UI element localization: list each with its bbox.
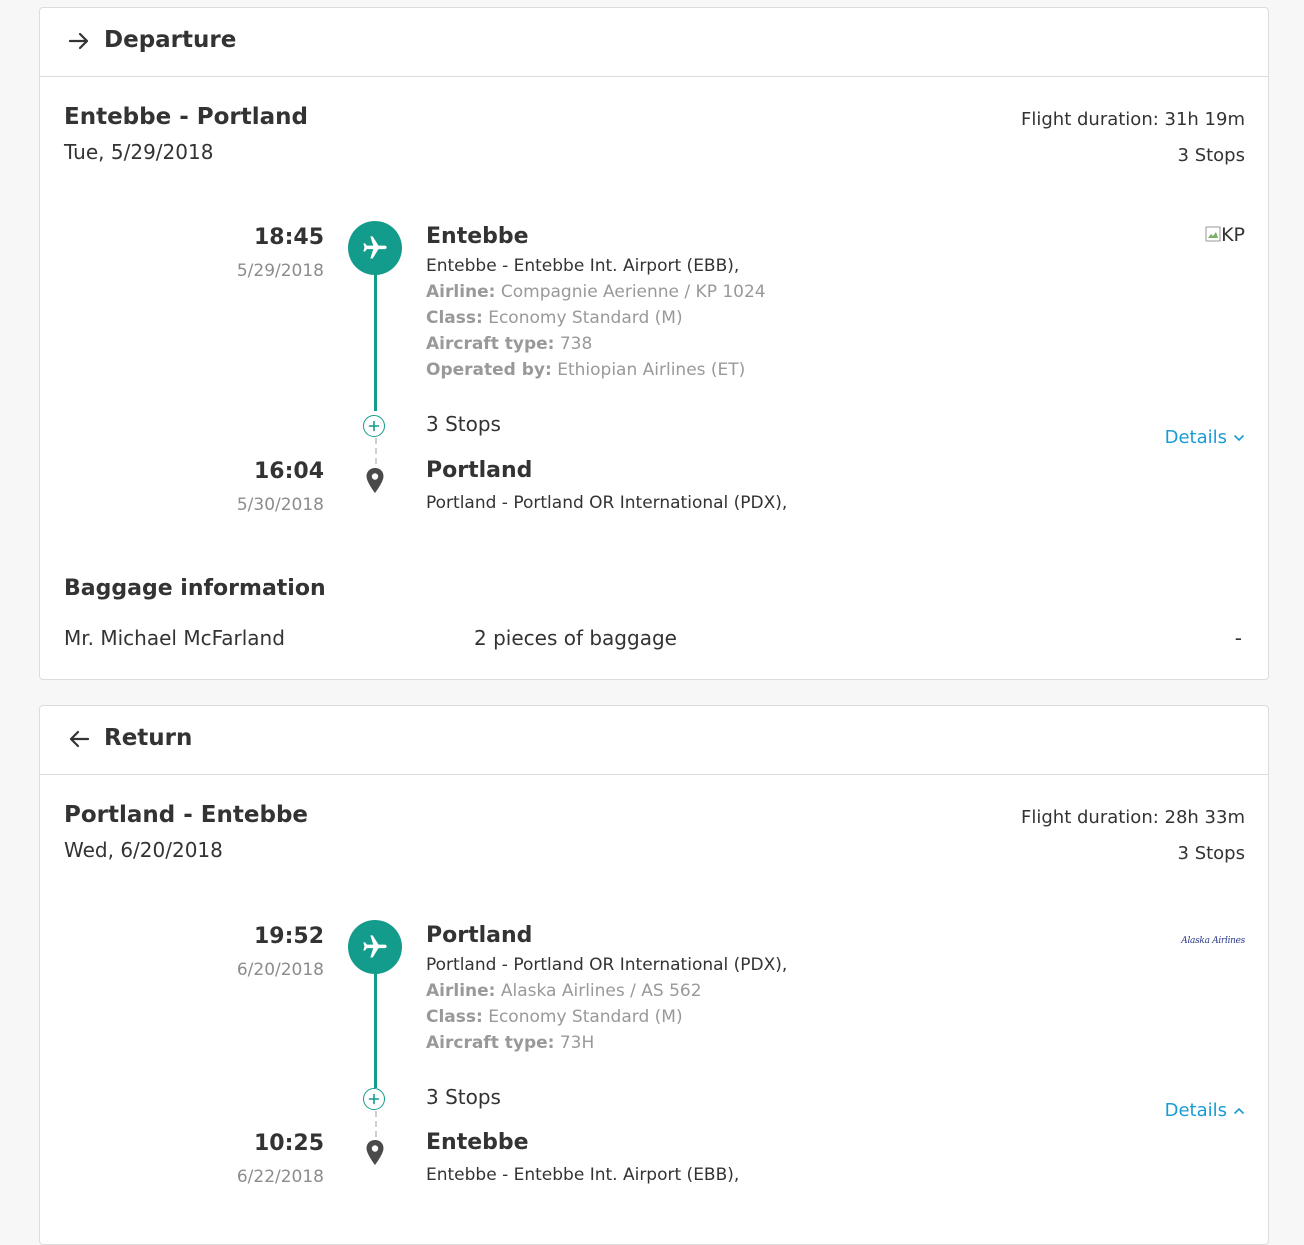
return-title: Return	[104, 725, 193, 751]
class-label: Class:	[426, 308, 483, 328]
details-toggle[interactable]: Details	[1165, 427, 1245, 448]
aircraft-value: 73H	[559, 1033, 595, 1053]
details-label: Details	[1164, 1100, 1227, 1121]
origin-airport: Entebbe - Entebbe Int. Airport (EBB),	[426, 256, 740, 276]
flight-duration: Flight duration: 31h 19m	[1021, 109, 1245, 130]
departure-time: 18:45	[253, 225, 324, 250]
plus-icon	[368, 1093, 380, 1105]
plus-icon	[368, 420, 380, 432]
route-title: Portland - Entebbe	[64, 802, 309, 828]
class-info: Class: Economy Standard (M)	[426, 308, 683, 328]
aircraft-label: Aircraft type:	[426, 1033, 555, 1053]
map-pin-icon	[366, 468, 384, 493]
arrow-right-icon	[68, 32, 89, 50]
airline-label: Airline:	[426, 282, 496, 302]
class-value: Economy Standard (M)	[488, 1007, 683, 1027]
baggage-pieces: 2 pieces of baggage	[474, 626, 677, 650]
plane-icon	[363, 236, 387, 259]
stops-expand[interactable]	[363, 415, 385, 437]
stops-expand[interactable]	[363, 1088, 385, 1110]
origin-city: Entebbe	[426, 224, 529, 249]
destination-city: Portland	[426, 458, 533, 483]
plane-icon	[363, 935, 387, 958]
plane-badge	[348, 920, 402, 974]
airline-logo: KP	[1205, 224, 1245, 246]
class-label: Class:	[426, 1007, 483, 1027]
stops-summary: 3 Stops	[1177, 145, 1245, 166]
airline-info: Airline: Compagnie Aerienne / KP 1024	[426, 282, 766, 302]
flight-duration: Flight duration: 28h 33m	[1021, 807, 1245, 828]
aircraft-info: Aircraft type: 73H	[426, 1033, 594, 1053]
map-pin-icon	[366, 1140, 384, 1165]
baggage-title: Baggage information	[64, 576, 326, 601]
operated-value: Ethiopian Airlines (ET)	[557, 360, 746, 380]
arrival-date: 5/30/2018	[236, 495, 324, 515]
origin-airport: Portland - Portland OR International (PD…	[426, 955, 788, 975]
plane-badge	[348, 221, 402, 275]
chevron-up-icon	[1233, 1107, 1245, 1115]
class-value: Economy Standard (M)	[488, 308, 683, 328]
details-label: Details	[1164, 427, 1227, 448]
route-date: Wed, 6/20/2018	[64, 838, 223, 862]
origin-city: Portland	[426, 923, 533, 948]
return-card: Return Portland - Entebbe Wed, 6/20/2018…	[39, 705, 1269, 1245]
timeline-line	[374, 972, 377, 1088]
aircraft-label: Aircraft type:	[426, 334, 555, 354]
baggage-passenger: Mr. Michael McFarland	[64, 626, 285, 650]
aircraft-value: 738	[559, 334, 593, 354]
stops-label: 3 Stops	[426, 412, 501, 436]
departure-card: Departure Entebbe - Portland Tue, 5/29/2…	[39, 7, 1269, 680]
airline-label: Airline:	[426, 981, 496, 1001]
timeline-dashed	[375, 438, 377, 464]
aircraft-info: Aircraft type: 738	[426, 334, 592, 354]
departure-date: 5/29/2018	[236, 261, 324, 281]
class-info: Class: Economy Standard (M)	[426, 1007, 683, 1027]
route-title: Entebbe - Portland	[64, 104, 309, 130]
route-date: Tue, 5/29/2018	[64, 140, 214, 164]
baggage-extra: -	[1234, 626, 1242, 650]
arrow-left-icon	[69, 730, 90, 748]
departure-date: 6/20/2018	[236, 960, 324, 980]
arrival-time: 16:04	[253, 459, 324, 484]
arrival-time: 10:25	[253, 1131, 324, 1156]
destination-airport: Entebbe - Entebbe Int. Airport (EBB),	[426, 1165, 740, 1185]
departure-header: Departure	[40, 8, 1268, 77]
destination-airport: Portland - Portland OR International (PD…	[426, 493, 788, 513]
airline-info: Airline: Alaska Airlines / AS 562	[426, 981, 702, 1001]
timeline-line	[374, 273, 377, 411]
airline-logo-alt: KP	[1221, 224, 1245, 246]
broken-image-icon	[1205, 226, 1221, 242]
chevron-down-icon	[1233, 434, 1245, 442]
airline-value: Alaska Airlines / AS 562	[500, 981, 702, 1001]
departure-time: 19:52	[253, 924, 324, 949]
destination-city: Entebbe	[426, 1130, 529, 1155]
stops-label: 3 Stops	[426, 1085, 501, 1109]
timeline-dashed	[375, 1111, 377, 1137]
details-toggle[interactable]: Details	[1165, 1100, 1245, 1121]
stops-summary: 3 Stops	[1177, 843, 1245, 864]
airline-value: Compagnie Aerienne / KP 1024	[500, 282, 766, 302]
airline-logo: Alaska Airlines	[1181, 936, 1245, 946]
departure-title: Departure	[104, 27, 237, 53]
operated-label: Operated by:	[426, 360, 552, 380]
operated-info: Operated by: Ethiopian Airlines (ET)	[426, 360, 745, 380]
arrival-date: 6/22/2018	[236, 1167, 324, 1187]
return-header: Return	[40, 706, 1268, 775]
